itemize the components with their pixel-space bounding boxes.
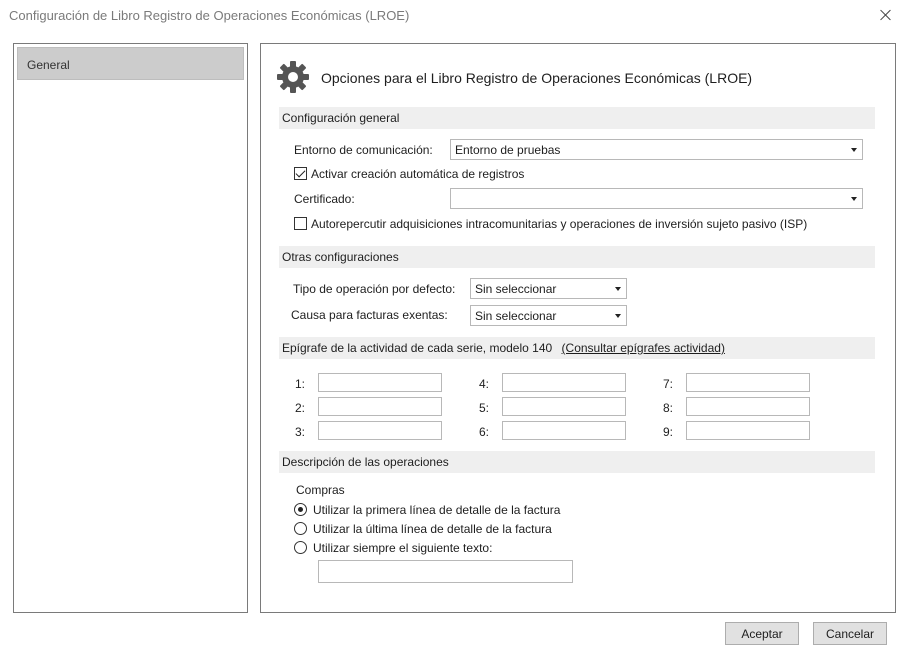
epigrafe-7-label: 7: <box>663 377 674 391</box>
cancel-button[interactable]: Cancelar <box>813 622 887 645</box>
entorno-value: Entorno de pruebas <box>455 143 561 157</box>
epigrafe-6-label: 6: <box>479 425 490 439</box>
epigrafe-1-label: 1: <box>295 377 306 391</box>
page-title: Opciones para el Libro Registro de Opera… <box>321 70 753 86</box>
section-configuracion-general: Configuración general <box>279 107 875 129</box>
epigrafe-5-label: 5: <box>479 401 490 415</box>
activar-checkbox[interactable] <box>294 167 307 180</box>
epigrafe-9-input[interactable] <box>686 421 810 440</box>
autorepercutir-label: Autorepercutir adquisiciones intracomuni… <box>311 217 808 231</box>
entorno-label: Entorno de comunicación: <box>294 143 433 157</box>
tipo-operacion-value: Sin seleccionar <box>475 282 557 296</box>
radio-siguiente-texto[interactable] <box>294 541 307 554</box>
certificado-label: Certificado: <box>294 192 355 206</box>
radio-siguiente-texto-label: Utilizar siempre el siguiente texto: <box>313 541 493 555</box>
radio-ultima-linea[interactable] <box>294 522 307 535</box>
radio-ultima-linea-label: Utilizar la última línea de detalle de l… <box>313 522 552 536</box>
causa-exentas-value: Sin seleccionar <box>475 309 557 323</box>
options-panel: Opciones para el Libro Registro de Opera… <box>260 43 896 613</box>
autorepercutir-checkbox[interactable] <box>294 217 307 230</box>
chevron-down-icon <box>851 197 857 201</box>
epigrafe-4-label: 4: <box>479 377 490 391</box>
close-icon[interactable] <box>876 5 896 25</box>
certificado-dropdown[interactable] <box>450 188 863 209</box>
epigrafe-4-input[interactable] <box>502 373 626 392</box>
epigrafe-3-input[interactable] <box>318 421 442 440</box>
epigrafe-2-label: 2: <box>295 401 306 415</box>
chevron-down-icon <box>615 314 621 318</box>
compras-label: Compras <box>296 483 345 497</box>
epigrafe-8-input[interactable] <box>686 397 810 416</box>
epigrafe-7-input[interactable] <box>686 373 810 392</box>
epigrafe-8-label: 8: <box>663 401 674 415</box>
tipo-operacion-dropdown[interactable]: Sin seleccionar <box>470 278 627 299</box>
epigrafe-1-input[interactable] <box>318 373 442 392</box>
epigrafe-9-label: 9: <box>663 425 674 439</box>
entorno-dropdown[interactable]: Entorno de pruebas <box>450 139 863 160</box>
radio-primera-linea-label: Utilizar la primera línea de detalle de … <box>313 503 561 517</box>
chevron-down-icon <box>615 287 621 291</box>
epigrafe-2-input[interactable] <box>318 397 442 416</box>
section-descripcion: Descripción de las operaciones <box>279 451 875 473</box>
section-otras-configuraciones: Otras configuraciones <box>279 246 875 268</box>
epigrafe-title: Epígrafe de la actividad de cada serie, … <box>282 341 553 355</box>
causa-exentas-label: Causa para facturas exentas: <box>291 308 448 322</box>
radio-primera-linea[interactable] <box>294 503 307 516</box>
custom-text-input[interactable] <box>318 560 573 583</box>
sidebar-item-general[interactable]: General <box>17 47 244 80</box>
accept-button[interactable]: Aceptar <box>725 622 799 645</box>
sidebar: General <box>13 43 248 613</box>
consultar-epigrafes-link[interactable]: (Consultar epígrafes actividad) <box>562 341 725 355</box>
gear-icon <box>277 61 309 93</box>
tipo-operacion-label: Tipo de operación por defecto: <box>293 282 456 296</box>
epigrafe-5-input[interactable] <box>502 397 626 416</box>
epigrafe-3-label: 3: <box>295 425 306 439</box>
chevron-down-icon <box>851 148 857 152</box>
section-epigrafe: Epígrafe de la actividad de cada serie, … <box>279 337 875 359</box>
window-title: Configuración de Libro Registro de Opera… <box>9 8 410 23</box>
causa-exentas-dropdown[interactable]: Sin seleccionar <box>470 305 627 326</box>
activar-label: Activar creación automática de registros <box>311 167 525 181</box>
epigrafe-6-input[interactable] <box>502 421 626 440</box>
